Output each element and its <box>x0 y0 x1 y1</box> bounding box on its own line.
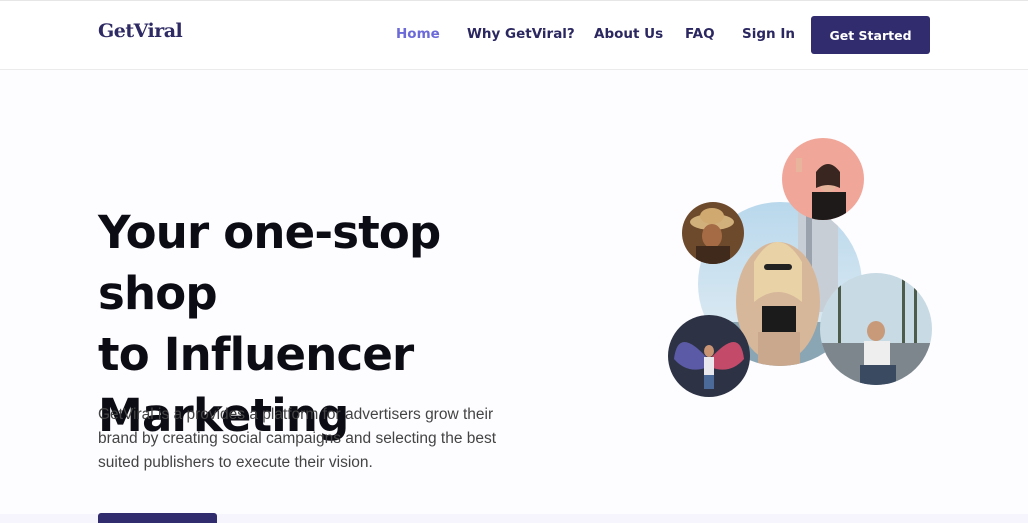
hero-cta-button[interactable] <box>98 513 217 523</box>
influencer-selfie-photo <box>782 138 864 220</box>
influencer-hat-photo <box>682 202 744 264</box>
get-started-button[interactable]: Get Started <box>811 16 930 54</box>
nav-home-link[interactable]: Home <box>396 26 440 42</box>
hero-description: GetViral is a provides a platform for ad… <box>98 406 497 471</box>
influencer-wings-photo <box>668 315 750 397</box>
influencer-city-photo <box>820 273 932 385</box>
nav-faq-link[interactable]: FAQ <box>685 26 715 42</box>
nav-why-getviral-link[interactable]: Why GetViral? <box>467 26 575 42</box>
nav-sign-in-link[interactable]: Sign In <box>742 26 795 42</box>
navbar: GetViral Home Why GetViral? About Us FAQ… <box>0 1 1028 70</box>
headline-line-2: to Influencer <box>98 328 414 381</box>
influencer-collage <box>660 130 950 410</box>
logo[interactable]: GetViral <box>98 20 183 42</box>
nav-about-us-link[interactable]: About Us <box>594 26 663 42</box>
headline-line-1: Your one-stop shop <box>98 206 441 320</box>
